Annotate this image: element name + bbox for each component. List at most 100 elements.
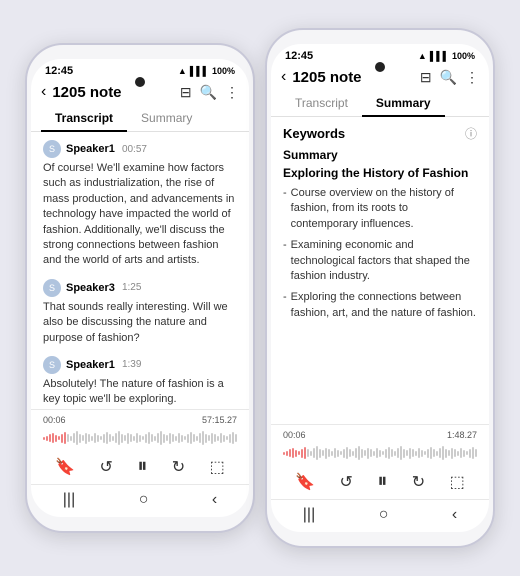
right-more-icon[interactable]: ⋮ xyxy=(465,69,479,86)
right-tab-summary[interactable]: Summary xyxy=(362,90,445,117)
left-time: 12:45 xyxy=(45,65,73,77)
waveform-bar xyxy=(175,436,177,441)
bullet-text-3: Exploring the connections between fashio… xyxy=(291,290,477,321)
right-note-icon[interactable]: ⊟ xyxy=(420,69,432,86)
waveform-bar xyxy=(220,433,222,443)
waveform-bar xyxy=(61,434,63,443)
waveform-bar xyxy=(322,450,324,456)
summary-bullet-2: - Examining economic and technological f… xyxy=(283,238,477,284)
waveform-bar xyxy=(286,451,288,456)
speaker1-avatar: S xyxy=(43,140,61,158)
left-app-title: 1205 note xyxy=(52,84,180,101)
waveform-bar xyxy=(361,449,363,458)
left-rewind-icon[interactable]: ↺ xyxy=(100,457,113,477)
transcript-entry-2: S Speaker3 1:25 That sounds really inter… xyxy=(43,279,237,346)
waveform-bar xyxy=(340,451,342,455)
right-bookmark-icon[interactable]: 🔖 xyxy=(295,472,315,492)
left-back-button[interactable]: ‹ xyxy=(41,83,46,101)
speaker-line-3: S Speaker1 1:39 xyxy=(43,356,237,374)
left-search-icon[interactable]: 🔍 xyxy=(200,84,217,101)
waveform-bar xyxy=(46,436,48,441)
info-icon[interactable]: ⓘ xyxy=(465,125,477,142)
right-back-nav-icon[interactable]: ‹ xyxy=(452,506,457,524)
right-search-icon[interactable]: 🔍 xyxy=(440,69,457,86)
left-current-time: 00:06 xyxy=(43,415,66,425)
left-bookmark-icon[interactable]: 🔖 xyxy=(55,457,75,477)
right-back-button[interactable]: ‹ xyxy=(281,68,286,86)
waveform-bar xyxy=(112,436,114,441)
left-header-icons: ⊟ 🔍 ⋮ xyxy=(180,84,239,101)
waveform-bar xyxy=(172,434,174,442)
waveform-bar xyxy=(82,435,84,441)
waveform-bar xyxy=(412,449,414,457)
right-battery-icon: 100% xyxy=(452,51,475,61)
left-player-controls: 🔖 ↺ ⏸ ↻ ⬚ xyxy=(43,453,237,480)
waveform-bar xyxy=(43,437,45,440)
waveform-bar xyxy=(436,451,438,456)
waveform-bar xyxy=(379,450,381,457)
left-forward-icon[interactable]: ↻ xyxy=(172,457,185,477)
waveform-bar xyxy=(469,449,471,458)
right-current-time: 00:06 xyxy=(283,430,306,440)
speaker3-avatar: S xyxy=(43,279,61,297)
waveform-bar xyxy=(406,450,408,456)
waveform-bar xyxy=(454,449,456,457)
left-more-icon[interactable]: ⋮ xyxy=(225,84,239,101)
waveform-bar xyxy=(307,449,309,457)
left-player-times: 00:06 57:15.27 xyxy=(43,415,237,425)
left-waveform[interactable] xyxy=(43,427,237,449)
waveform-bar xyxy=(115,433,117,443)
left-clip-icon[interactable]: ⬚ xyxy=(210,457,225,477)
waveform-bar xyxy=(196,436,198,441)
right-recents-icon[interactable]: ○ xyxy=(379,506,389,524)
waveform-bar xyxy=(139,435,141,442)
waveform-bar xyxy=(292,448,294,458)
waveform-bar xyxy=(301,449,303,458)
waveform-bar xyxy=(394,451,396,456)
waveform-bar xyxy=(100,436,102,440)
waveform-bar xyxy=(373,451,375,456)
waveform-bar xyxy=(433,449,435,457)
waveform-bar xyxy=(460,448,462,458)
waveform-bar xyxy=(346,447,348,459)
right-home-icon[interactable]: ||| xyxy=(303,506,315,524)
left-back-nav-icon[interactable]: ‹ xyxy=(212,491,217,509)
phones-container: 12:45 ▲ ▌▌▌ 100% ‹ 1205 note ⊟ 🔍 ⋮ xyxy=(15,18,505,558)
keywords-label: Keywords xyxy=(283,126,345,141)
right-tab-transcript[interactable]: Transcript xyxy=(281,90,362,117)
waveform-bar xyxy=(376,448,378,458)
right-forward-icon[interactable]: ↻ xyxy=(412,472,425,492)
waveform-bar xyxy=(352,451,354,456)
waveform-bar xyxy=(160,431,162,445)
speaker3-name: Speaker3 xyxy=(66,282,115,294)
left-note-icon[interactable]: ⊟ xyxy=(180,84,192,101)
right-clip-icon[interactable]: ⬚ xyxy=(450,472,465,492)
right-camera-notch xyxy=(375,62,385,72)
left-status-icons: ▲ ▌▌▌ 100% xyxy=(178,66,235,76)
left-pause-icon[interactable]: ⏸ xyxy=(137,455,147,478)
left-tab-transcript[interactable]: Transcript xyxy=(41,105,127,132)
waveform-bar xyxy=(448,450,450,456)
waveform-bar xyxy=(424,451,426,455)
waveform-bar xyxy=(118,431,120,445)
waveform-bar xyxy=(79,434,81,443)
right-nav-bar: ||| ○ ‹ xyxy=(271,499,489,532)
left-recents-icon[interactable]: ○ xyxy=(139,491,149,509)
right-pause-icon[interactable]: ⏸ xyxy=(377,470,387,493)
waveform-bar xyxy=(349,449,351,457)
waveform-bar xyxy=(214,434,216,442)
waveform-bar xyxy=(310,451,312,456)
right-rewind-icon[interactable]: ↺ xyxy=(340,472,353,492)
waveform-bar xyxy=(133,436,135,441)
waveform-bar xyxy=(70,436,72,441)
waveform-bar xyxy=(157,433,159,443)
right-waveform[interactable] xyxy=(283,442,477,464)
left-tab-summary[interactable]: Summary xyxy=(127,105,206,132)
waveform-bar xyxy=(463,450,465,457)
left-home-icon[interactable]: ||| xyxy=(63,491,75,509)
waveform-bar xyxy=(421,450,423,457)
right-tabs: Transcript Summary xyxy=(271,90,489,117)
waveform-bar xyxy=(337,450,339,457)
waveform-bar xyxy=(403,449,405,458)
waveform-bar xyxy=(235,434,237,442)
